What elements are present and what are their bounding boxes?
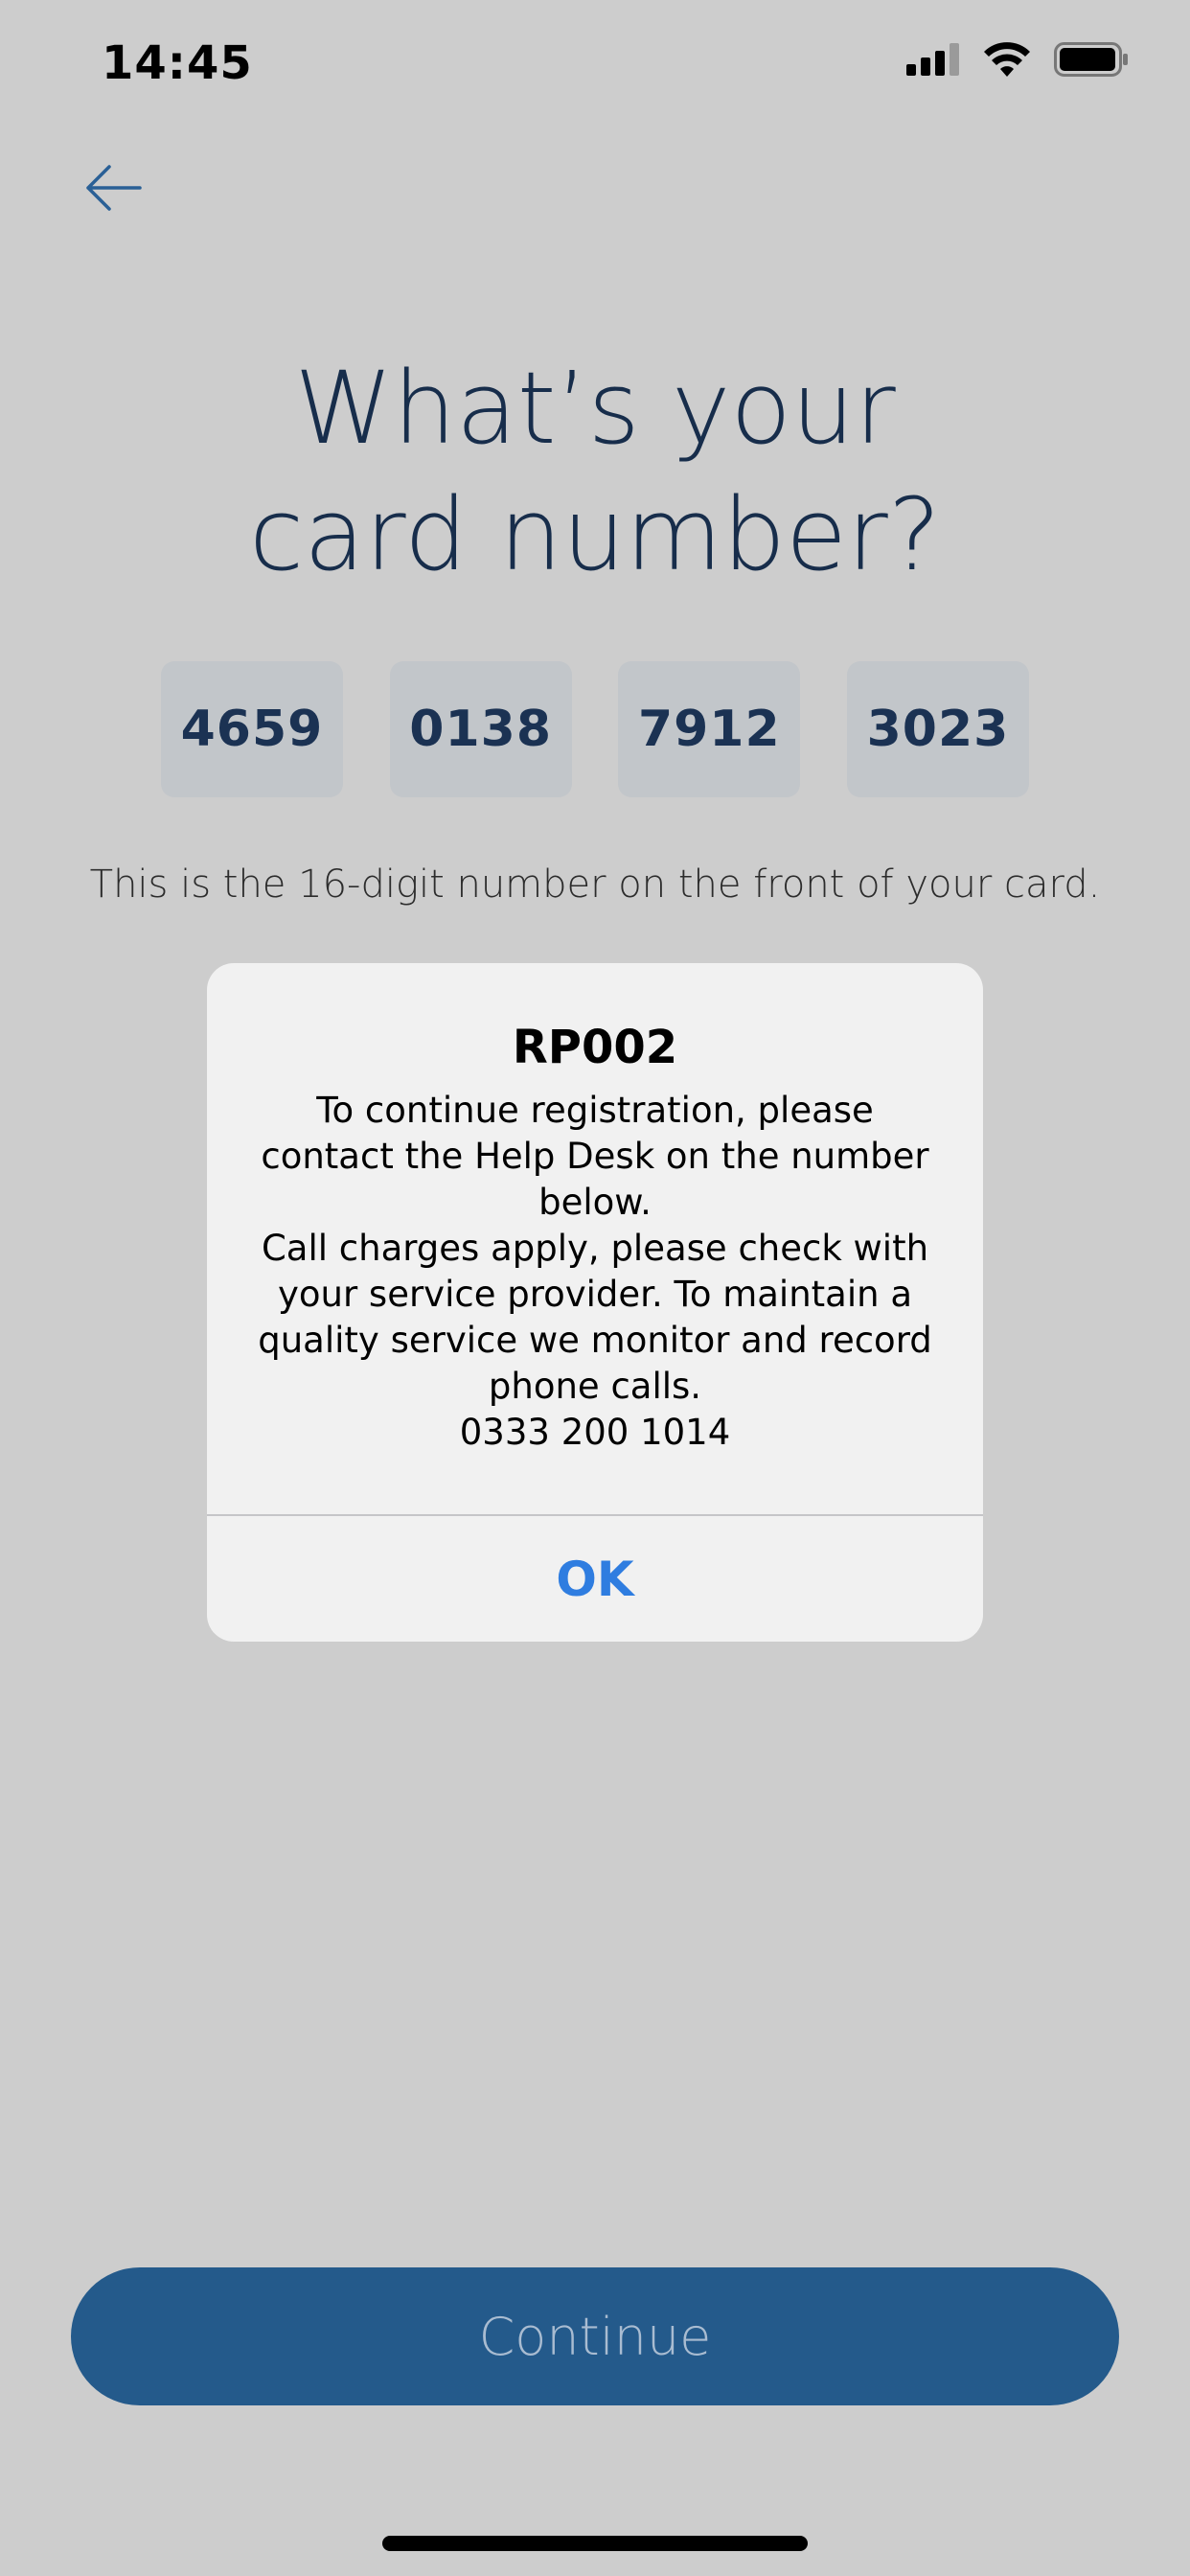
- card-number-group-4[interactable]: 3023: [846, 661, 1029, 797]
- alert-message: To continue registration, please contact…: [245, 1088, 945, 1456]
- alert-message-line: quality service we monitor and record: [258, 1320, 932, 1361]
- back-button[interactable]: [80, 153, 149, 222]
- status-bar: 14:45: [0, 0, 1190, 129]
- page-title-line2: card number?: [248, 476, 941, 593]
- alert-dialog: RP002 To continue registration, please c…: [207, 963, 983, 1642]
- status-time: 14:45: [102, 36, 253, 90]
- card-number-group-2[interactable]: 0138: [389, 661, 572, 797]
- alert-message-line: To continue registration, please: [316, 1090, 874, 1131]
- alert-message-line: your service provider. To maintain a: [277, 1274, 913, 1315]
- help-desk-phone-number: 0333 200 1014: [459, 1412, 731, 1453]
- card-number-fields: 4659 0138 7912 3023: [161, 661, 1029, 797]
- arrow-left-icon: [86, 165, 142, 211]
- alert-message-line: phone calls.: [488, 1366, 702, 1407]
- page-title-line1: What’s your: [294, 350, 896, 467]
- alert-message-line: contact the Help Desk on the number: [261, 1136, 929, 1177]
- battery-icon: [1054, 42, 1128, 77]
- alert-message-line: Call charges apply, please check with: [261, 1228, 929, 1269]
- status-icons: [906, 42, 1129, 77]
- card-number-hint: This is the 16-digit number on the front…: [89, 862, 1101, 907]
- home-indicator[interactable]: [382, 2536, 808, 2551]
- card-number-group-3[interactable]: 7912: [618, 661, 801, 797]
- wifi-icon: [984, 42, 1030, 77]
- alert-ok-button[interactable]: OK: [207, 1516, 983, 1642]
- card-number-group-1[interactable]: 4659: [161, 661, 343, 797]
- continue-button[interactable]: Continue: [71, 2267, 1119, 2405]
- page-title: What’s your card number?: [0, 345, 1190, 598]
- alert-message-line: below.: [538, 1182, 652, 1223]
- alert-title: RP002: [512, 1021, 678, 1074]
- cellular-signal-icon: [906, 43, 959, 76]
